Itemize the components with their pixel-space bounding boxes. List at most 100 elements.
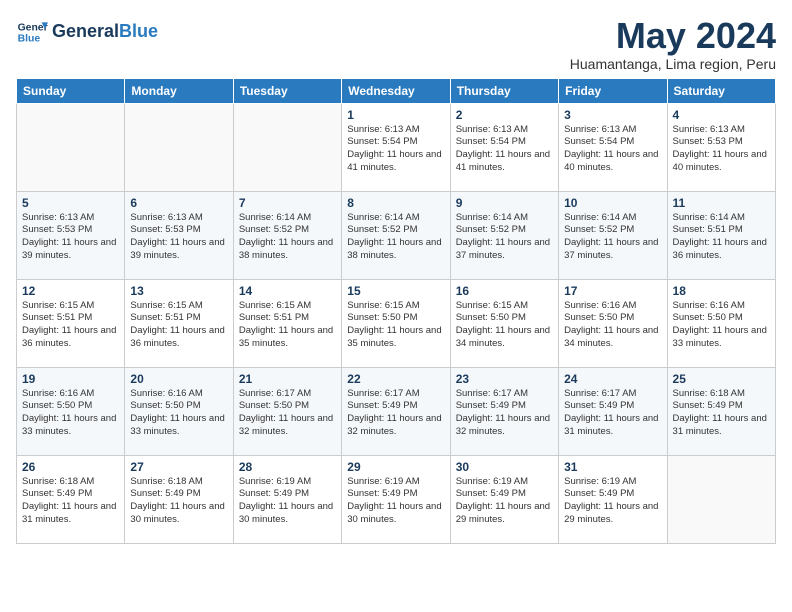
cell-info: Sunrise: 6:16 AMSunset: 5:50 PMDaylight:… xyxy=(130,388,227,439)
day-number: 30 xyxy=(456,460,553,474)
calendar-week-row: 5 Sunrise: 6:13 AMSunset: 5:53 PMDaylight… xyxy=(17,191,776,279)
calendar-cell: 14 Sunrise: 6:15 AMSunset: 5:51 PMDayligh… xyxy=(233,279,341,367)
cell-info: Sunrise: 6:13 AMSunset: 5:53 PMDaylight:… xyxy=(673,124,770,175)
day-number: 2 xyxy=(456,108,553,122)
day-number: 19 xyxy=(22,372,119,386)
day-number: 8 xyxy=(347,196,444,210)
day-number: 28 xyxy=(239,460,336,474)
cell-info: Sunrise: 6:15 AMSunset: 5:50 PMDaylight:… xyxy=(456,300,553,351)
cell-info: Sunrise: 6:18 AMSunset: 5:49 PMDaylight:… xyxy=(673,388,770,439)
day-number: 6 xyxy=(130,196,227,210)
day-number: 24 xyxy=(564,372,661,386)
calendar-cell: 5 Sunrise: 6:13 AMSunset: 5:53 PMDaylight… xyxy=(17,191,125,279)
location: Huamantanga, Lima region, Peru xyxy=(570,56,776,72)
calendar-cell: 6Sunrise: 6:13 AMSunset: 5:53 PMDaylight… xyxy=(125,191,233,279)
day-number: 12 xyxy=(22,284,119,298)
day-number: 18 xyxy=(673,284,770,298)
calendar-cell: 15Sunrise: 6:15 AMSunset: 5:50 PMDayligh… xyxy=(342,279,450,367)
day-number: 4 xyxy=(673,108,770,122)
calendar-cell: 19 Sunrise: 6:16 AMSunset: 5:50 PMDayligh… xyxy=(17,367,125,455)
calendar-week-row: 12 Sunrise: 6:15 AMSunset: 5:51 PMDayligh… xyxy=(17,279,776,367)
cell-info: Sunrise: 6:13 AMSunset: 5:53 PMDaylight:… xyxy=(22,212,119,263)
calendar-cell: 3Sunrise: 6:13 AMSunset: 5:54 PMDaylight… xyxy=(559,103,667,191)
calendar-cell: 29 Sunrise: 6:19 AMSunset: 5:49 PMDayligh… xyxy=(342,455,450,543)
calendar-cell: 23Sunrise: 6:17 AMSunset: 5:49 PMDayligh… xyxy=(450,367,558,455)
day-number: 17 xyxy=(564,284,661,298)
cell-info: Sunrise: 6:14 AMSunset: 5:52 PMDaylight:… xyxy=(347,212,444,263)
calendar-cell xyxy=(17,103,125,191)
calendar-cell: 31Sunrise: 6:19 AMSunset: 5:49 PMDayligh… xyxy=(559,455,667,543)
calendar-cell: 11Sunrise: 6:14 AMSunset: 5:51 PMDayligh… xyxy=(667,191,775,279)
calendar-cell: 17 Sunrise: 6:16 AMSunset: 5:50 PMDayligh… xyxy=(559,279,667,367)
calendar-cell: 9 Sunrise: 6:14 AMSunset: 5:52 PMDaylight… xyxy=(450,191,558,279)
title-block: May 2024 Huamantanga, Lima region, Peru xyxy=(570,16,776,72)
calendar-cell: 27Sunrise: 6:18 AMSunset: 5:49 PMDayligh… xyxy=(125,455,233,543)
calendar-cell: 21Sunrise: 6:17 AMSunset: 5:50 PMDayligh… xyxy=(233,367,341,455)
page-header: General Blue GeneralBlue May 2024 Huaman… xyxy=(16,16,776,72)
calendar-cell xyxy=(667,455,775,543)
cell-info: Sunrise: 6:14 AMSunset: 5:52 PMDaylight:… xyxy=(456,212,553,263)
day-number: 26 xyxy=(22,460,119,474)
cell-info: Sunrise: 6:16 AMSunset: 5:50 PMDaylight:… xyxy=(673,300,770,351)
calendar-week-row: 19 Sunrise: 6:16 AMSunset: 5:50 PMDayligh… xyxy=(17,367,776,455)
logo-text: GeneralBlue xyxy=(52,22,158,42)
day-number: 20 xyxy=(130,372,227,386)
cell-info: Sunrise: 6:17 AMSunset: 5:49 PMDaylight:… xyxy=(564,388,661,439)
calendar-cell: 10 Sunrise: 6:14 AMSunset: 5:52 PMDayligh… xyxy=(559,191,667,279)
calendar-cell xyxy=(125,103,233,191)
weekday-header: Monday xyxy=(125,78,233,103)
cell-info: Sunrise: 6:19 AMSunset: 5:49 PMDaylight:… xyxy=(239,476,336,527)
cell-info: Sunrise: 6:13 AMSunset: 5:54 PMDaylight:… xyxy=(456,124,553,175)
day-number: 25 xyxy=(673,372,770,386)
cell-info: Sunrise: 6:13 AMSunset: 5:54 PMDaylight:… xyxy=(347,124,444,175)
cell-info: Sunrise: 6:19 AMSunset: 5:49 PMDaylight:… xyxy=(347,476,444,527)
calendar-cell: 16 Sunrise: 6:15 AMSunset: 5:50 PMDayligh… xyxy=(450,279,558,367)
month-title: May 2024 xyxy=(570,16,776,56)
day-number: 22 xyxy=(347,372,444,386)
cell-info: Sunrise: 6:16 AMSunset: 5:50 PMDaylight:… xyxy=(564,300,661,351)
calendar-cell: 7 Sunrise: 6:14 AMSunset: 5:52 PMDaylight… xyxy=(233,191,341,279)
calendar-cell: 2 Sunrise: 6:13 AMSunset: 5:54 PMDaylight… xyxy=(450,103,558,191)
weekday-header: Wednesday xyxy=(342,78,450,103)
day-number: 11 xyxy=(673,196,770,210)
logo-icon: General Blue xyxy=(16,16,48,48)
cell-info: Sunrise: 6:16 AMSunset: 5:50 PMDaylight:… xyxy=(22,388,119,439)
calendar-cell: 1Sunrise: 6:13 AMSunset: 5:54 PMDaylight… xyxy=(342,103,450,191)
day-number: 16 xyxy=(456,284,553,298)
svg-text:Blue: Blue xyxy=(18,34,41,45)
cell-info: Sunrise: 6:19 AMSunset: 5:49 PMDaylight:… xyxy=(456,476,553,527)
day-number: 9 xyxy=(456,196,553,210)
day-number: 23 xyxy=(456,372,553,386)
cell-info: Sunrise: 6:17 AMSunset: 5:50 PMDaylight:… xyxy=(239,388,336,439)
day-number: 5 xyxy=(22,196,119,210)
day-number: 29 xyxy=(347,460,444,474)
day-number: 14 xyxy=(239,284,336,298)
cell-info: Sunrise: 6:19 AMSunset: 5:49 PMDaylight:… xyxy=(564,476,661,527)
calendar-cell: 13Sunrise: 6:15 AMSunset: 5:51 PMDayligh… xyxy=(125,279,233,367)
cell-info: Sunrise: 6:14 AMSunset: 5:52 PMDaylight:… xyxy=(239,212,336,263)
calendar-table: SundayMondayTuesdayWednesdayThursdayFrid… xyxy=(16,78,776,544)
day-number: 7 xyxy=(239,196,336,210)
calendar-header-row: SundayMondayTuesdayWednesdayThursdayFrid… xyxy=(17,78,776,103)
weekday-header: Thursday xyxy=(450,78,558,103)
calendar-cell: 8 Sunrise: 6:14 AMSunset: 5:52 PMDaylight… xyxy=(342,191,450,279)
cell-info: Sunrise: 6:13 AMSunset: 5:54 PMDaylight:… xyxy=(564,124,661,175)
cell-info: Sunrise: 6:14 AMSunset: 5:52 PMDaylight:… xyxy=(564,212,661,263)
cell-info: Sunrise: 6:15 AMSunset: 5:51 PMDaylight:… xyxy=(130,300,227,351)
weekday-header: Tuesday xyxy=(233,78,341,103)
calendar-cell xyxy=(233,103,341,191)
cell-info: Sunrise: 6:17 AMSunset: 5:49 PMDaylight:… xyxy=(347,388,444,439)
calendar-cell: 26 Sunrise: 6:18 AMSunset: 5:49 PMDayligh… xyxy=(17,455,125,543)
day-number: 15 xyxy=(347,284,444,298)
day-number: 10 xyxy=(564,196,661,210)
cell-info: Sunrise: 6:15 AMSunset: 5:51 PMDaylight:… xyxy=(239,300,336,351)
weekday-header: Friday xyxy=(559,78,667,103)
calendar-cell: 22 Sunrise: 6:17 AMSunset: 5:49 PMDayligh… xyxy=(342,367,450,455)
cell-info: Sunrise: 6:18 AMSunset: 5:49 PMDaylight:… xyxy=(130,476,227,527)
cell-info: Sunrise: 6:18 AMSunset: 5:49 PMDaylight:… xyxy=(22,476,119,527)
weekday-header: Sunday xyxy=(17,78,125,103)
calendar-cell: 4 Sunrise: 6:13 AMSunset: 5:53 PMDaylight… xyxy=(667,103,775,191)
calendar-week-row: 1Sunrise: 6:13 AMSunset: 5:54 PMDaylight… xyxy=(17,103,776,191)
calendar-cell: 18 Sunrise: 6:16 AMSunset: 5:50 PMDayligh… xyxy=(667,279,775,367)
calendar-cell: 28 Sunrise: 6:19 AMSunset: 5:49 PMDayligh… xyxy=(233,455,341,543)
